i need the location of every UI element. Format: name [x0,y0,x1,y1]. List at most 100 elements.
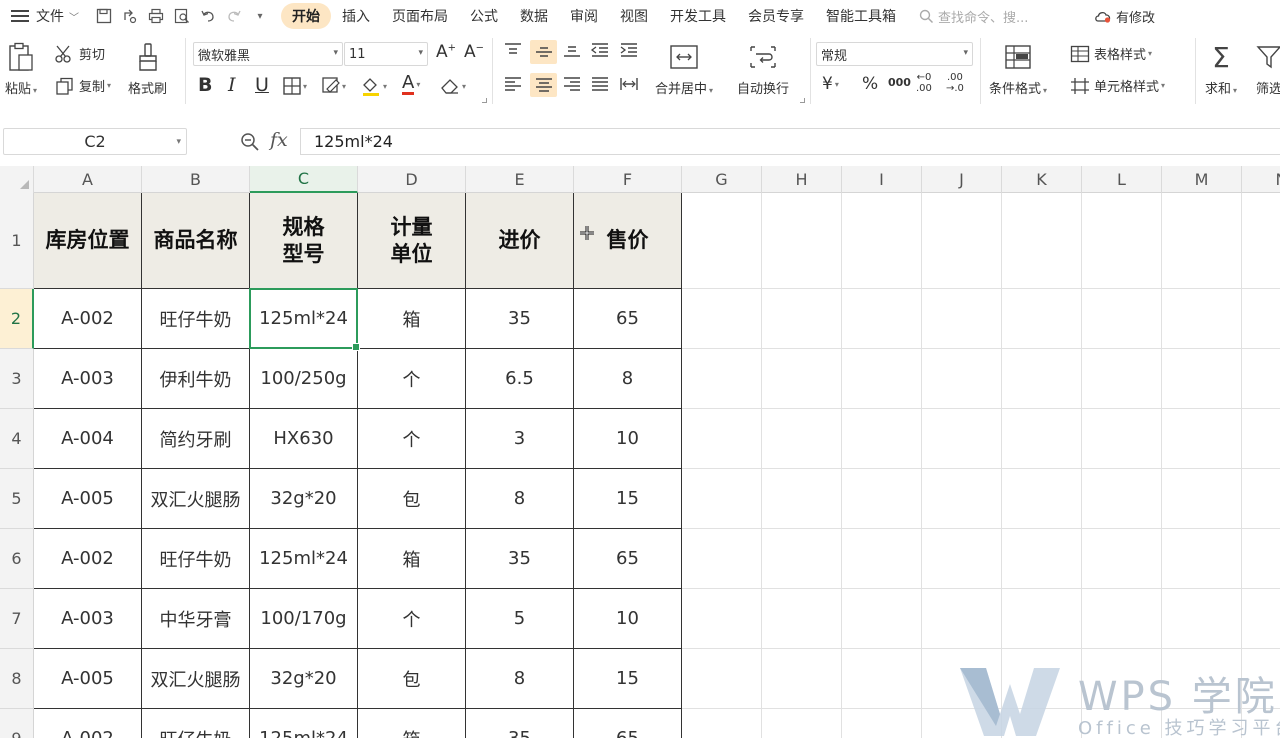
row-header-8[interactable]: 8 [0,649,34,709]
cell-c2[interactable]: 125ml*24 [250,289,358,349]
tab-insert[interactable]: 插入 [331,3,381,29]
column-header-m[interactable]: M [1162,166,1242,193]
merge-center-button[interactable]: 合并居中 ▾ [655,40,713,97]
insert-function-icon[interactable]: fx [270,129,288,151]
select-all-corner[interactable] [0,166,34,193]
column-header-b[interactable]: B [142,166,250,193]
cell-d7[interactable]: 个 [358,589,466,649]
conditional-format-button[interactable]: 条件格式 ▾ [989,40,1047,97]
row-header-7[interactable]: 7 [0,589,34,649]
cell-a2[interactable]: A-002 [34,289,142,349]
cell-d3[interactable]: 个 [358,349,466,409]
print-preview-icon[interactable] [169,3,195,29]
tab-page-layout[interactable]: 页面布局 [381,3,459,29]
cell-format-button[interactable]: ▾ [322,77,346,95]
column-header-f[interactable]: F [574,166,682,193]
cell-c3[interactable]: 100/250g [250,349,358,409]
paste-button[interactable]: 粘贴 ▾ [5,40,37,97]
tab-review[interactable]: 审阅 [559,3,609,29]
italic-button[interactable]: I [228,74,236,96]
cell-a7[interactable]: A-003 [34,589,142,649]
cell-d6[interactable]: 箱 [358,529,466,589]
column-header-g[interactable]: G [682,166,762,193]
decrease-font-button[interactable]: A− [464,42,484,62]
format-painter-button[interactable]: 格式刷 [128,40,167,97]
filter-button[interactable]: 筛选 [1256,40,1280,97]
cell-a9[interactable]: A-002 [34,709,142,738]
currency-button[interactable]: ¥ ▾ [822,74,839,94]
cell-d2[interactable]: 箱 [358,289,466,349]
cell-b6[interactable]: 旺仔牛奶 [142,529,250,589]
cell-f5[interactable]: 15 [574,469,682,529]
tab-member[interactable]: 会员专享 [737,3,815,29]
clear-button[interactable]: ▾ [440,77,466,95]
thousands-button[interactable]: 000 [888,76,911,89]
column-header-a[interactable]: A [34,166,142,193]
distributed-button[interactable] [619,76,639,92]
font-name-combo[interactable]: 微软雅黑 ▾ [193,42,343,66]
cut-button[interactable]: 剪切 [55,44,105,63]
cell-c6[interactable]: 125ml*24 [250,529,358,589]
header-cell-e[interactable]: 进价 [466,193,574,289]
increase-decimal-button[interactable]: ←0.00 [916,72,932,94]
cell-e6[interactable]: 35 [466,529,574,589]
tab-data[interactable]: 数据 [509,3,559,29]
cell-b4[interactable]: 简约牙刷 [142,409,250,469]
borders-button[interactable]: ▾ [283,77,307,95]
share-icon[interactable] [117,3,143,29]
increase-font-button[interactable]: A+ [436,42,456,62]
cell-a8[interactable]: A-005 [34,649,142,709]
tab-home[interactable]: 开始 [281,3,331,29]
header-cell-d[interactable]: 计量 单位 [358,193,466,289]
cell-d5[interactable]: 包 [358,469,466,529]
cell-c8[interactable]: 32g*20 [250,649,358,709]
font-color-button[interactable]: A ▾ [402,74,420,95]
cell-e5[interactable]: 8 [466,469,574,529]
cell-c4[interactable]: HX630 [250,409,358,469]
fill-color-button[interactable]: ▾ [361,76,387,96]
cell-e4[interactable]: 3 [466,409,574,469]
cell-f8[interactable]: 15 [574,649,682,709]
cell-f7[interactable]: 10 [574,589,682,649]
row-header-6[interactable]: 6 [0,529,34,589]
print-icon[interactable] [143,3,169,29]
cell-c7[interactable]: 100/170g [250,589,358,649]
redo-icon[interactable] [221,3,247,29]
cell-b5[interactable]: 双汇火腿肠 [142,469,250,529]
align-center-button[interactable] [530,73,557,97]
cell-e7[interactable]: 5 [466,589,574,649]
align-middle-button[interactable] [530,40,557,64]
increase-indent-button[interactable] [619,42,639,58]
tab-view[interactable]: 视图 [609,3,659,29]
autosum-button[interactable]: Σ 求和 ▾ [1205,40,1237,98]
tab-developer[interactable]: 开发工具 [659,3,737,29]
cell-b9[interactable]: 旺仔牛奶 [142,709,250,738]
cell-e2[interactable]: 35 [466,289,574,349]
row-header-4[interactable]: 4 [0,409,34,469]
header-cell-a[interactable]: 库房位置 [34,193,142,289]
tab-smart-toolbox[interactable]: 智能工具箱 [815,3,907,29]
copy-button[interactable]: 复制 ▾ [55,76,111,95]
cell-f4[interactable]: 10 [574,409,682,469]
cell-b3[interactable]: 伊利牛奶 [142,349,250,409]
cell-a3[interactable]: A-003 [34,349,142,409]
tab-formulas[interactable]: 公式 [459,3,509,29]
customize-dropdown-icon[interactable]: ▾ [247,3,273,29]
zoom-formula-icon[interactable] [240,132,260,152]
undo-icon[interactable] [195,3,221,29]
file-menu[interactable]: 文件 ﹀ [10,0,79,32]
column-header-n[interactable]: N [1242,166,1280,193]
cell-a5[interactable]: A-005 [34,469,142,529]
row-header-2[interactable]: 2 [0,289,34,349]
cell-d4[interactable]: 个 [358,409,466,469]
decrease-decimal-button[interactable]: .00 →.0 [946,72,964,94]
header-cell-b[interactable]: 商品名称 [142,193,250,289]
align-right-button[interactable] [562,76,582,92]
column-header-i[interactable]: I [842,166,922,193]
font-size-combo[interactable]: 11 ▾ [344,42,428,66]
cell-d9[interactable]: 箱 [358,709,466,738]
cell-style-button[interactable]: 单元格样式 ▾ [1070,76,1165,95]
row-header-9[interactable]: 9 [0,709,34,738]
column-header-e[interactable]: E [466,166,574,193]
font-dialog-launcher[interactable] [482,98,487,103]
